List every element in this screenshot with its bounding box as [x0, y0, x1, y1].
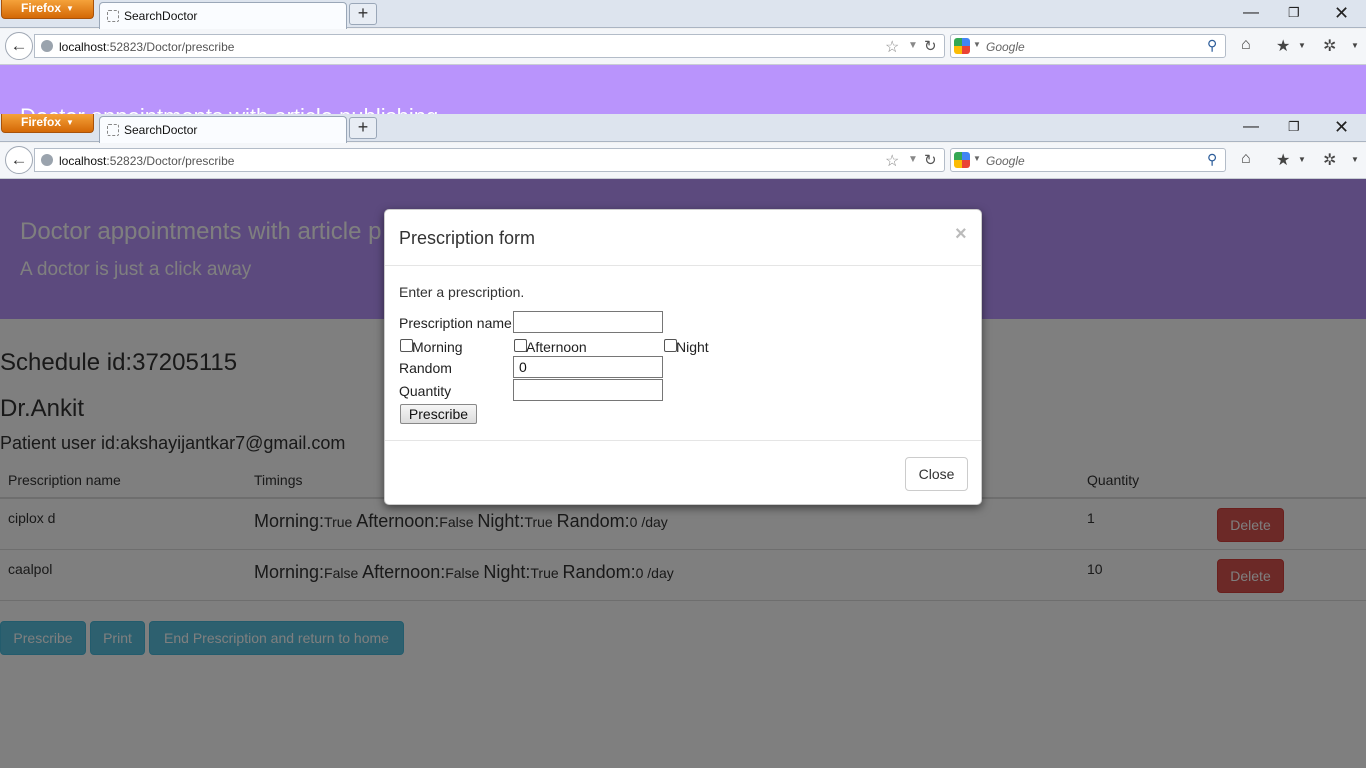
tab-title: SearchDoctor — [124, 123, 198, 137]
back-arrow-icon[interactable]: ← — [5, 146, 33, 174]
bookmarks-icon[interactable]: ★ — [1276, 150, 1290, 170]
home-icon[interactable]: ⌂ — [1241, 36, 1251, 54]
prescription-name-input[interactable] — [513, 311, 663, 333]
quantity-label: Quantity — [399, 383, 452, 399]
random-input[interactable] — [513, 356, 663, 378]
close-button[interactable]: Close — [905, 457, 968, 491]
browser-tab[interactable]: SearchDoctor — [99, 2, 347, 29]
site-identity-icon[interactable] — [41, 40, 53, 52]
page-heading: Doctor appointments with article publish… — [20, 104, 438, 114]
url-text: localhost:52823/Doctor/prescribe — [59, 40, 235, 54]
browser-chrome-background: Firefox ▼ SearchDoctor + — ❐ ✕ ← localhos… — [0, 0, 1366, 65]
chevron-down-icon: ▼ — [66, 4, 74, 13]
tab-strip: Firefox ▼ SearchDoctor + — ❐ ✕ — [0, 114, 1366, 143]
chevron-down-icon[interactable]: ▼ — [1351, 41, 1359, 50]
close-window-icon[interactable]: ✕ — [1334, 118, 1349, 136]
chevron-down-icon[interactable]: ▼ — [973, 154, 981, 163]
minimize-icon[interactable]: — — [1243, 4, 1259, 22]
url-bar[interactable]: localhost:52823/Doctor/prescribe ☆ ▼ ↻ — [34, 34, 945, 58]
morning-label: Morning — [412, 339, 463, 355]
firefox-menu-button[interactable]: Firefox ▼ — [1, 114, 94, 133]
quantity-input[interactable] — [513, 379, 663, 401]
modal-header: Prescription form × — [385, 210, 981, 266]
prescription-modal: Prescription form × Enter a prescription… — [384, 209, 982, 505]
page-icon — [107, 124, 119, 136]
close-window-icon[interactable]: ✕ — [1334, 4, 1349, 22]
modal-intro: Enter a prescription. — [399, 284, 525, 300]
search-icon[interactable]: ⚲ — [1207, 37, 1217, 54]
back-arrow-icon[interactable]: ← — [5, 32, 33, 60]
browser-chrome: Firefox ▼ SearchDoctor + — ❐ ✕ ← localhos… — [0, 114, 1366, 179]
restore-icon[interactable]: ❐ — [1288, 4, 1300, 22]
chevron-down-icon[interactable]: ▼ — [1351, 155, 1359, 164]
home-icon[interactable]: ⌂ — [1241, 150, 1251, 168]
reload-icon[interactable]: ↻ — [924, 37, 937, 55]
tab-title: SearchDoctor — [124, 9, 198, 23]
star-bookmark-icon[interactable]: ☆ — [885, 151, 899, 171]
firefox-menu-button[interactable]: Firefox ▼ — [1, 0, 94, 19]
new-tab-button[interactable]: + — [349, 117, 377, 139]
history-dropdown-icon[interactable]: ▼ — [908, 154, 918, 165]
night-label: Night — [676, 339, 709, 355]
google-icon[interactable] — [954, 152, 970, 168]
search-placeholder: Google — [986, 40, 1025, 54]
url-bar[interactable]: localhost:52823/Doctor/prescribe ☆ ▼ ↻ — [34, 148, 945, 172]
url-text: localhost:52823/Doctor/prescribe — [59, 154, 235, 168]
afternoon-label: Afternoon — [526, 339, 587, 355]
search-bar[interactable]: ▼ Google ⚲ — [950, 34, 1226, 58]
site-identity-icon[interactable] — [41, 154, 53, 166]
modal-title: Prescription form — [399, 228, 536, 248]
reload-icon[interactable]: ↻ — [924, 151, 937, 169]
addon-icon[interactable]: ✲ — [1323, 150, 1336, 170]
background-page: Doctor appointments with article publish… — [0, 65, 1366, 114]
restore-icon[interactable]: ❐ — [1288, 118, 1300, 136]
chevron-down-icon[interactable]: ▼ — [973, 40, 981, 49]
prescription-name-label: Prescription name — [399, 315, 512, 331]
modal-footer: Close — [385, 440, 981, 504]
chevron-down-icon[interactable]: ▼ — [1298, 41, 1306, 50]
navigation-bar: ← localhost:52823/Doctor/prescribe ☆ ▼ ↻… — [0, 29, 1366, 65]
minimize-icon[interactable]: — — [1243, 118, 1259, 136]
page-icon — [107, 10, 119, 22]
history-dropdown-icon[interactable]: ▼ — [908, 40, 918, 51]
star-bookmark-icon[interactable]: ☆ — [885, 37, 899, 57]
close-icon[interactable]: × — [955, 223, 967, 246]
addon-icon[interactable]: ✲ — [1323, 36, 1336, 56]
navigation-bar: ← localhost:52823/Doctor/prescribe ☆ ▼ ↻… — [0, 143, 1366, 179]
browser-tab[interactable]: SearchDoctor — [99, 116, 347, 143]
google-icon[interactable] — [954, 38, 970, 54]
bookmarks-icon[interactable]: ★ — [1276, 36, 1290, 56]
search-bar[interactable]: ▼ Google ⚲ — [950, 148, 1226, 172]
chevron-down-icon[interactable]: ▼ — [1298, 155, 1306, 164]
new-tab-button[interactable]: + — [349, 3, 377, 25]
tab-strip: Firefox ▼ SearchDoctor + — ❐ ✕ — [0, 0, 1366, 29]
prescribe-submit-button[interactable]: Prescribe — [400, 404, 477, 424]
search-icon[interactable]: ⚲ — [1207, 151, 1217, 168]
search-placeholder: Google — [986, 154, 1025, 168]
random-label: Random — [399, 360, 452, 376]
chevron-down-icon: ▼ — [66, 118, 74, 127]
